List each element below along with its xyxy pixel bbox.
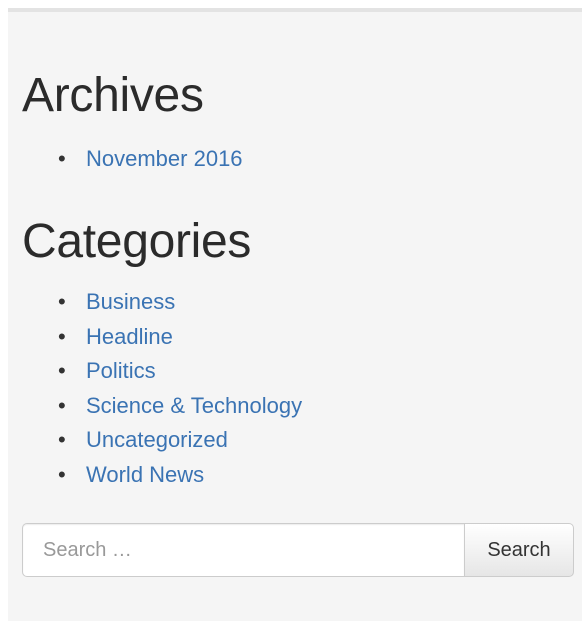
- list-item: • Politics: [58, 354, 302, 389]
- categories-title: Categories: [22, 215, 252, 268]
- list-item: • November 2016: [58, 142, 243, 177]
- category-link-politics[interactable]: Politics: [86, 358, 156, 383]
- sidebar-panel: Archives • November 2016 Categories • Bu…: [8, 8, 582, 621]
- bullet-icon: •: [58, 289, 66, 314]
- search-form: Search: [22, 523, 574, 577]
- archive-link-november-2016[interactable]: November 2016: [86, 146, 243, 171]
- search-input[interactable]: [22, 523, 464, 577]
- category-link-business[interactable]: Business: [86, 289, 175, 314]
- bullet-icon: •: [58, 358, 66, 384]
- list-item: • Uncategorized: [58, 423, 302, 458]
- search-button[interactable]: Search: [464, 523, 574, 577]
- category-link-uncategorized[interactable]: Uncategorized: [86, 427, 228, 452]
- list-item: • Business: [58, 285, 302, 320]
- bullet-icon: •: [58, 323, 66, 349]
- archives-list: • November 2016: [58, 142, 243, 177]
- bullet-icon: •: [58, 461, 66, 487]
- bullet-icon: •: [58, 392, 66, 418]
- category-link-world-news[interactable]: World News: [86, 462, 204, 487]
- list-item: • Headline: [58, 320, 302, 355]
- bullet-icon: •: [58, 146, 66, 171]
- category-link-science-technology[interactable]: Science & Technology: [86, 393, 302, 418]
- category-link-headline[interactable]: Headline: [86, 324, 173, 349]
- bullet-icon: •: [58, 427, 66, 453]
- archives-title: Archives: [22, 69, 204, 122]
- categories-list: • Business • Headline • Politics • Scien…: [58, 285, 302, 493]
- list-item: • World News: [58, 458, 302, 493]
- list-item: • Science & Technology: [58, 389, 302, 424]
